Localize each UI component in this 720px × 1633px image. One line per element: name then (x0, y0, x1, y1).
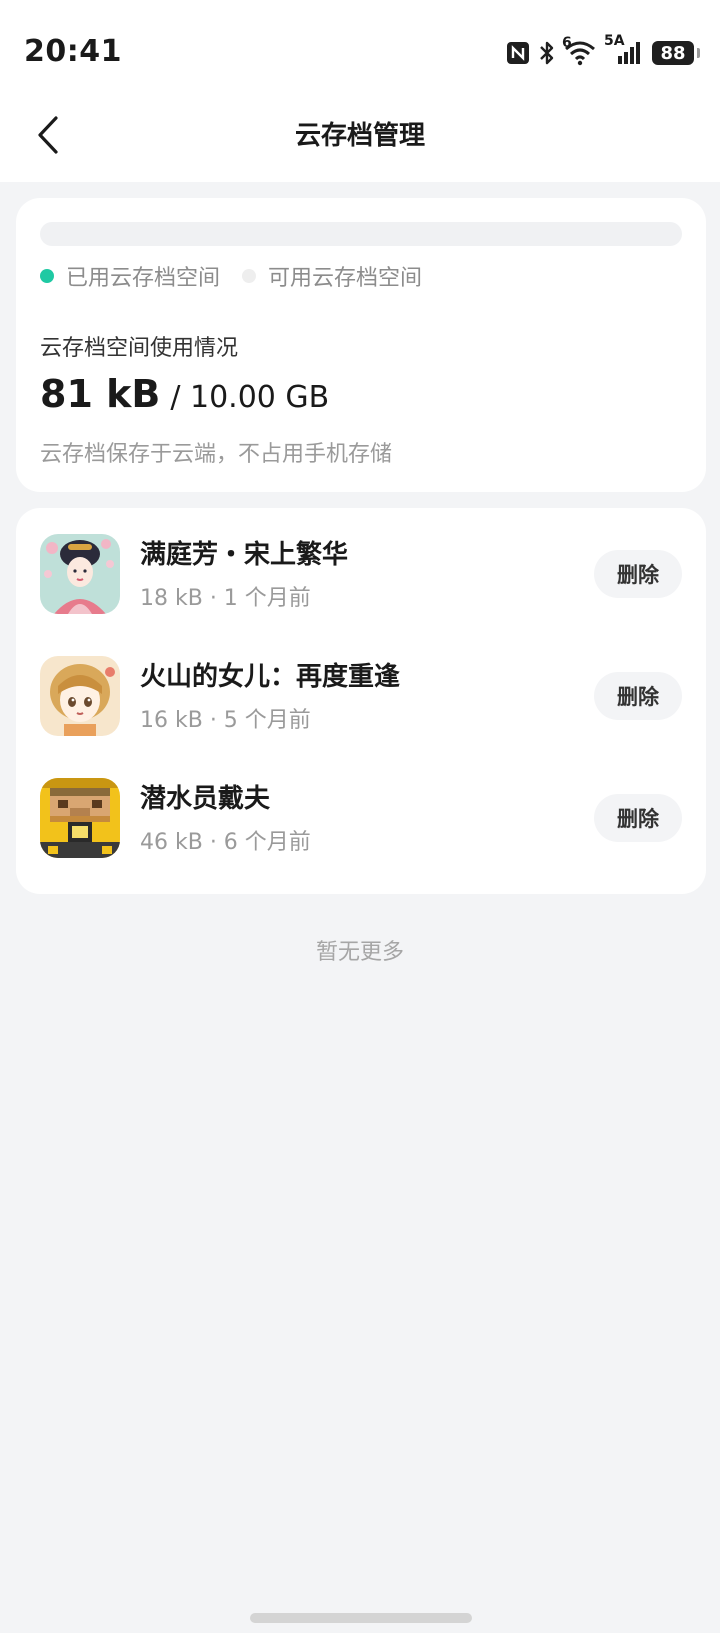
game-name: 满庭芳・宋上繁华 (140, 540, 349, 570)
game-name: 火山的女儿：再度重逢 (140, 662, 401, 692)
usage-value: 81 kB / 10.00 GB (40, 372, 329, 416)
legend-used-label: 已用云存档空间 (66, 266, 221, 291)
list-item: 满庭芳・宋上繁华 18 kB · 1 个月前 删除 (16, 508, 706, 635)
legend-available-label: 可用云存档空间 (268, 266, 423, 291)
available-dot-icon (242, 269, 257, 283)
delete-button[interactable]: 删除 (594, 794, 682, 842)
storage-legend: 已用云存档空间 可用云存档空间 (40, 260, 444, 292)
game-name: 潜水员戴夫 (140, 784, 271, 814)
total-amount: / 10.00 GB (170, 380, 330, 415)
usage-label: 云存档空间使用情况 (40, 336, 239, 361)
list-item: 潜水员戴夫 46 kB · 6 个月前 删除 (16, 752, 706, 879)
battery-icon: 88 (652, 41, 700, 65)
navigation-bar: 云存档管理 (0, 95, 720, 182)
usage-note: 云存档保存于云端，不占用手机存储 (40, 442, 393, 467)
no-more-text: 暂无更多 (315, 940, 404, 965)
used-dot-icon (40, 269, 54, 283)
storage-usage-card: 已用云存档空间 可用云存档空间 云存档空间使用情况 81 kB / 10.00 … (16, 198, 706, 492)
save-meta: 16 kB · 5 个月前 (140, 708, 311, 733)
storage-progress-bar (40, 222, 682, 246)
bluetooth-icon (538, 40, 556, 66)
anime-girl-game-icon (40, 656, 120, 736)
list-item: 火山的女儿：再度重逢 16 kB · 5 个月前 删除 (16, 630, 706, 757)
save-meta: 46 kB · 6 个月前 (140, 830, 311, 855)
pixel-diver-game-icon (40, 778, 120, 858)
save-meta: 18 kB · 1 个月前 (140, 586, 311, 611)
legend-used: 已用云存档空间 (40, 260, 220, 292)
used-amount: 81 kB (40, 372, 161, 416)
wifi-icon: 6 (562, 36, 596, 66)
network-type: 5A (604, 33, 625, 49)
status-time: 20:41 (24, 34, 122, 69)
ancient-lady-game-icon (40, 534, 120, 614)
cellular-signal-icon: 5A (604, 34, 644, 66)
status-icons: 6 5A 88 (506, 34, 700, 68)
delete-button[interactable]: 删除 (594, 550, 682, 598)
wifi-badge: 6 (562, 35, 572, 51)
home-indicator[interactable] (250, 1613, 472, 1623)
status-bar: 20:41 6 5A 88 (0, 0, 720, 95)
legend-available: 可用云存档空间 (242, 260, 422, 292)
nfc-icon (506, 41, 530, 65)
page-title: 云存档管理 (294, 121, 425, 151)
delete-button[interactable]: 删除 (594, 672, 682, 720)
cloud-save-list: 满庭芳・宋上繁华 18 kB · 1 个月前 删除 火山的女儿：再度重逢 16 … (16, 508, 706, 894)
